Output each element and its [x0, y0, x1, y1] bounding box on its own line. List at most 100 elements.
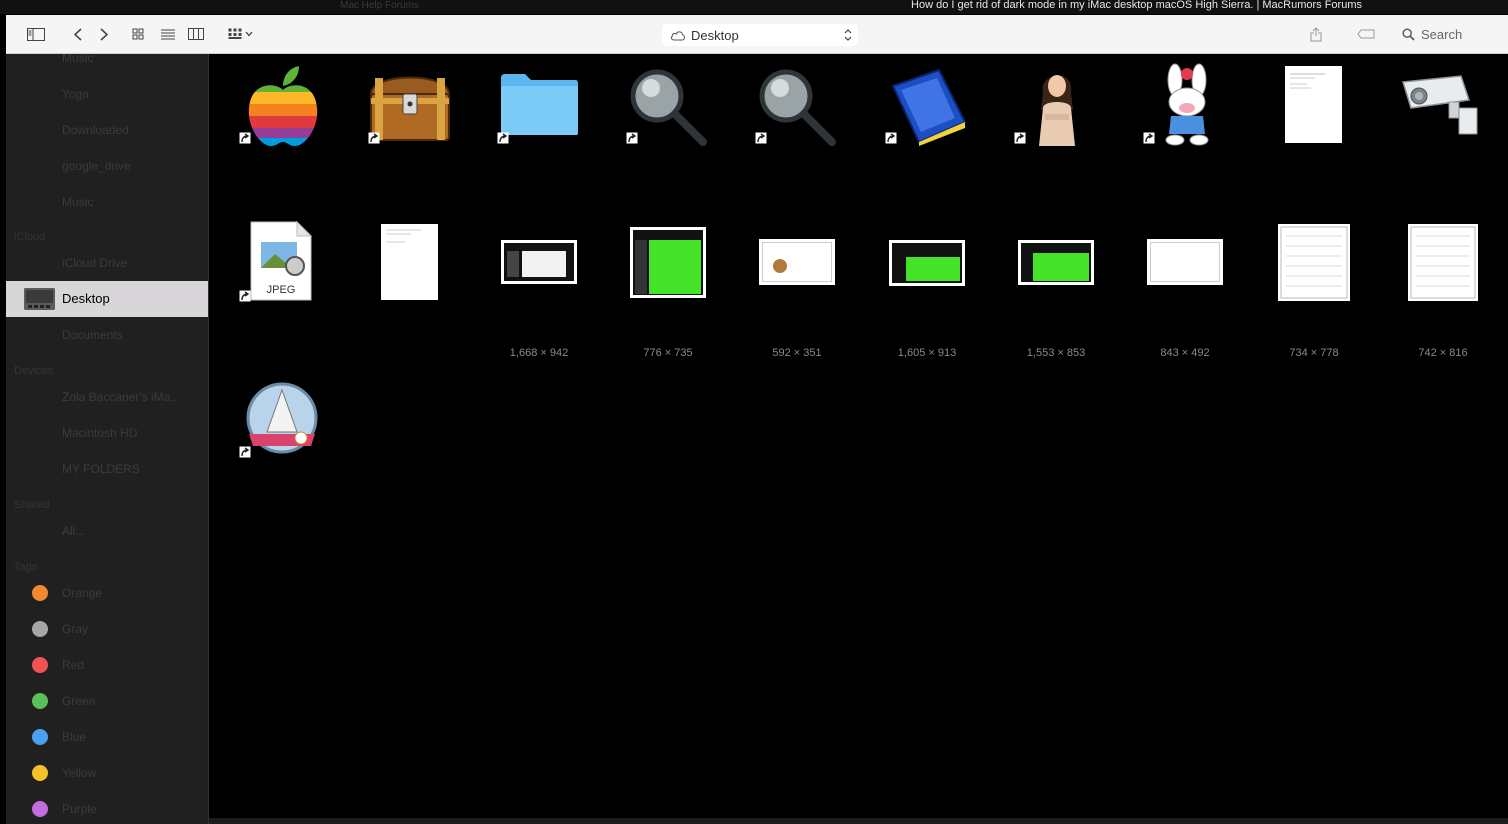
sidebar-tag-purple[interactable]: Purple — [62, 791, 97, 824]
sidebar-header-tags: Tags — [14, 561, 38, 573]
sidebar-tag-orange[interactable]: Orange — [62, 575, 102, 611]
sidebar-item-my-folders[interactable]: MY FOLDERS — [62, 451, 140, 487]
magnifying-glass-icon[interactable] — [627, 66, 707, 146]
screenshot-preview — [504, 243, 574, 281]
jpeg-label: JPEG — [266, 284, 296, 296]
alias-arrow-icon — [885, 132, 897, 144]
dimension-label: 1,668 × 942 — [509, 347, 569, 359]
tag-dot-purple — [32, 801, 48, 817]
sidebar-header-devices: Devices — [14, 365, 54, 377]
sidebar-item-imac[interactable]: Zola Baccaner's iMa... — [62, 379, 180, 415]
sidebar-item-all[interactable]: All... — [62, 513, 85, 549]
screenshot-thumbnail-4[interactable] — [889, 240, 965, 286]
document-thumbnail[interactable] — [1285, 66, 1342, 143]
alias-arrow-icon — [755, 132, 767, 144]
magnifying-glass-icon-2[interactable] — [756, 66, 836, 146]
location-popup[interactable]: Desktop — [662, 24, 858, 46]
column-view-button[interactable] — [184, 24, 208, 44]
finder-sidebar: Music Yoga Downloaded google_drive Music… — [6, 54, 208, 824]
sidebar-header-icloud: iCloud — [14, 231, 46, 243]
woman-avatar-icon[interactable] — [1035, 62, 1079, 148]
dimension-label: 1,553 × 853 — [1026, 347, 1086, 359]
dimension-label: 776 × 735 — [643, 347, 693, 359]
sidebar-tag-blue[interactable]: Blue — [62, 719, 86, 755]
alias-arrow-icon — [239, 290, 251, 302]
preview-app-icon[interactable] — [243, 378, 321, 456]
alias-arrow-icon — [497, 132, 509, 144]
sidebar-item-desktop[interactable]: Desktop — [6, 281, 208, 317]
table-preview-icon — [1410, 226, 1476, 299]
list-view-button[interactable] — [156, 24, 180, 44]
tag-icon — [1357, 29, 1375, 39]
screenshot-preview — [892, 243, 962, 283]
dimension-label: 592 × 351 — [772, 347, 822, 359]
group-by-button[interactable] — [222, 24, 258, 44]
grid-icon — [132, 28, 144, 40]
tag-dot-yellow — [32, 765, 48, 781]
sidebar-item-yoga[interactable]: Yoga — [62, 76, 89, 112]
dimension-label: 742 × 816 — [1418, 347, 1468, 359]
screenshot-thumbnail-3[interactable] — [759, 239, 835, 285]
icon-view-button[interactable] — [126, 24, 150, 44]
screenshot-thumbnail-8[interactable] — [1408, 224, 1478, 301]
back-button[interactable] — [66, 24, 90, 44]
alias-arrow-icon — [239, 446, 251, 458]
columns-icon — [188, 28, 204, 40]
document-lines-icon — [1290, 73, 1325, 89]
chevron-left-icon — [74, 27, 82, 41]
screenshot-thumbnail-5[interactable] — [1018, 240, 1094, 285]
alias-arrow-icon — [626, 132, 638, 144]
sidebar-toggle-button[interactable] — [24, 24, 48, 44]
alias-arrow-icon — [239, 132, 251, 144]
status-bar — [209, 818, 1508, 824]
folder-icon[interactable] — [499, 72, 579, 136]
sidebar-item-google-drive[interactable]: google_drive — [62, 148, 131, 184]
group-grid-icon — [228, 28, 241, 39]
location-label: Desktop — [691, 27, 739, 43]
up-down-chevron-icon — [844, 29, 852, 41]
desktop-icon — [24, 288, 55, 310]
browser-title-strip: Mac Help Forums How do I get rid of dark… — [0, 0, 1508, 14]
sidebar-item-downloaded[interactable]: Downloaded — [62, 112, 129, 148]
tag-dot-gray — [32, 621, 48, 637]
share-button[interactable] — [1304, 24, 1328, 44]
screenshot-preview — [1150, 242, 1220, 282]
chevron-down-icon — [245, 31, 252, 37]
file-icon-grid: JPEG 1,668 × 942 776 × 735 592 × 351 1,6… — [209, 54, 1508, 818]
edit-tags-button[interactable] — [1354, 24, 1378, 44]
search-field[interactable]: Search — [1402, 24, 1502, 44]
screenshot-preview — [633, 230, 703, 295]
sidebar-item-desktop-label: Desktop — [62, 291, 110, 306]
security-camera-icon[interactable] — [1399, 72, 1481, 138]
table-preview-icon — [1280, 226, 1348, 299]
document-thumbnail-2[interactable] — [381, 224, 438, 300]
alias-arrow-icon — [1143, 132, 1155, 144]
blue-book-icon[interactable] — [889, 66, 967, 146]
sidebar-tag-green[interactable]: Green — [62, 683, 95, 719]
screenshot-thumbnail-2[interactable] — [630, 227, 706, 298]
screenshot-thumbnail-1[interactable] — [501, 240, 577, 284]
cloud-icon — [670, 30, 685, 40]
forward-button[interactable] — [92, 24, 116, 44]
sidebar-item-macintosh-hd[interactable]: Macintosh HD — [62, 415, 137, 451]
browser-tab-title: How do I get rid of dark mode in my iMac… — [911, 0, 1362, 11]
sidebar-item-icloud-drive[interactable]: iCloud Drive — [62, 245, 127, 281]
sidebar-tag-gray[interactable]: Gray — [62, 611, 88, 647]
share-icon — [1310, 26, 1322, 41]
screenshot-thumbnail-7[interactable] — [1278, 224, 1350, 301]
dimension-label: 843 × 492 — [1160, 347, 1210, 359]
screenshot-thumbnail-6[interactable] — [1147, 239, 1223, 285]
sidebar-item-documents[interactable]: Documents — [62, 317, 123, 353]
tag-dot-orange — [32, 585, 48, 601]
search-label: Search — [1421, 26, 1463, 42]
alias-arrow-icon — [368, 132, 380, 144]
rainbow-apple-icon[interactable] — [245, 64, 321, 148]
alias-arrow-icon — [1014, 132, 1026, 144]
bunny-icon[interactable] — [1157, 62, 1219, 148]
tag-dot-green — [32, 693, 48, 709]
faint-tab-title: Mac Help Forums — [340, 0, 419, 11]
sidebar-item-music[interactable]: Music — [62, 54, 93, 76]
sidebar-tag-red[interactable]: Red — [62, 647, 84, 683]
sidebar-item-music-2[interactable]: Music — [62, 184, 93, 220]
sidebar-tag-yellow[interactable]: Yellow — [62, 755, 96, 791]
